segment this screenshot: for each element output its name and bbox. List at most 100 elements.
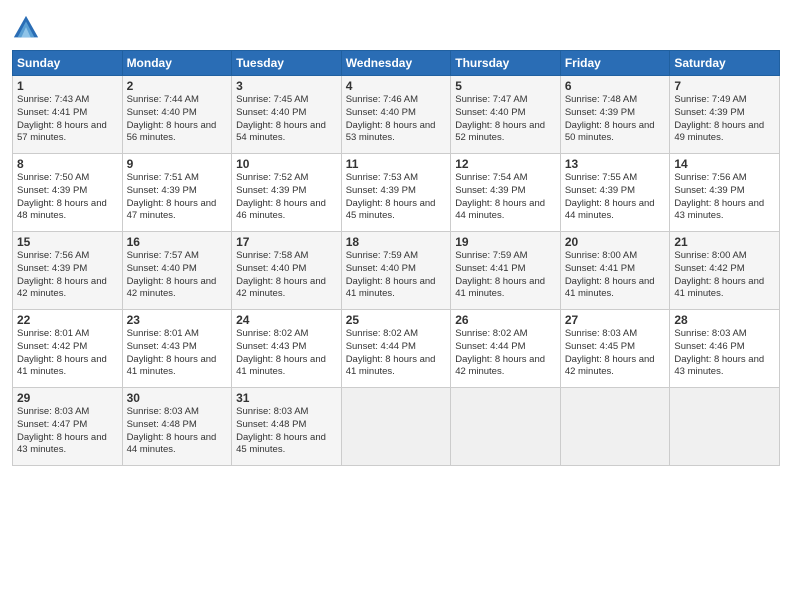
cell-info: Sunrise: 8:02 AMSunset: 4:44 PMDaylight:… (455, 328, 556, 379)
day-number: 14 (674, 157, 775, 171)
calendar-cell: 13Sunrise: 7:55 AMSunset: 4:39 PMDayligh… (560, 154, 670, 232)
sunset-text: Sunset: 4:44 PM (346, 341, 447, 354)
daylight-text: Daylight: 8 hours and 41 minutes. (674, 276, 775, 302)
calendar-cell: 24Sunrise: 8:02 AMSunset: 4:43 PMDayligh… (232, 310, 342, 388)
sunrise-text: Sunrise: 7:50 AM (17, 172, 118, 185)
calendar-cell: 10Sunrise: 7:52 AMSunset: 4:39 PMDayligh… (232, 154, 342, 232)
sunrise-text: Sunrise: 7:56 AM (674, 172, 775, 185)
cell-info: Sunrise: 7:52 AMSunset: 4:39 PMDaylight:… (236, 172, 337, 223)
sunrise-text: Sunrise: 8:03 AM (127, 406, 228, 419)
sunrise-text: Sunrise: 7:58 AM (236, 250, 337, 263)
calendar-cell: 28Sunrise: 8:03 AMSunset: 4:46 PMDayligh… (670, 310, 780, 388)
daylight-text: Daylight: 8 hours and 47 minutes. (127, 198, 228, 224)
calendar-week-row: 15Sunrise: 7:56 AMSunset: 4:39 PMDayligh… (13, 232, 780, 310)
cell-info: Sunrise: 7:49 AMSunset: 4:39 PMDaylight:… (674, 94, 775, 145)
calendar-header: SundayMondayTuesdayWednesdayThursdayFrid… (13, 51, 780, 76)
daylight-text: Daylight: 8 hours and 57 minutes. (17, 120, 118, 146)
calendar-cell: 3Sunrise: 7:45 AMSunset: 4:40 PMDaylight… (232, 76, 342, 154)
day-number: 5 (455, 79, 556, 93)
sunrise-text: Sunrise: 8:03 AM (236, 406, 337, 419)
daylight-text: Daylight: 8 hours and 50 minutes. (565, 120, 666, 146)
daylight-text: Daylight: 8 hours and 42 minutes. (455, 354, 556, 380)
calendar-cell: 12Sunrise: 7:54 AMSunset: 4:39 PMDayligh… (451, 154, 561, 232)
cell-info: Sunrise: 8:01 AMSunset: 4:43 PMDaylight:… (127, 328, 228, 379)
cell-info: Sunrise: 7:46 AMSunset: 4:40 PMDaylight:… (346, 94, 447, 145)
day-number: 22 (17, 313, 118, 327)
cell-info: Sunrise: 8:00 AMSunset: 4:42 PMDaylight:… (674, 250, 775, 301)
sunrise-text: Sunrise: 7:45 AM (236, 94, 337, 107)
calendar-cell (560, 388, 670, 466)
day-of-week-header: Friday (560, 51, 670, 76)
daylight-text: Daylight: 8 hours and 42 minutes. (127, 276, 228, 302)
day-number: 30 (127, 391, 228, 405)
calendar-cell: 9Sunrise: 7:51 AMSunset: 4:39 PMDaylight… (122, 154, 232, 232)
sunset-text: Sunset: 4:43 PM (236, 341, 337, 354)
calendar-week-row: 8Sunrise: 7:50 AMSunset: 4:39 PMDaylight… (13, 154, 780, 232)
daylight-text: Daylight: 8 hours and 46 minutes. (236, 198, 337, 224)
sunset-text: Sunset: 4:41 PM (455, 263, 556, 276)
calendar-cell: 16Sunrise: 7:57 AMSunset: 4:40 PMDayligh… (122, 232, 232, 310)
calendar-cell (451, 388, 561, 466)
sunrise-text: Sunrise: 8:02 AM (236, 328, 337, 341)
calendar-cell: 30Sunrise: 8:03 AMSunset: 4:48 PMDayligh… (122, 388, 232, 466)
calendar-cell: 23Sunrise: 8:01 AMSunset: 4:43 PMDayligh… (122, 310, 232, 388)
calendar-week-row: 22Sunrise: 8:01 AMSunset: 4:42 PMDayligh… (13, 310, 780, 388)
calendar-cell: 5Sunrise: 7:47 AMSunset: 4:40 PMDaylight… (451, 76, 561, 154)
sunset-text: Sunset: 4:39 PM (17, 263, 118, 276)
cell-info: Sunrise: 8:02 AMSunset: 4:44 PMDaylight:… (346, 328, 447, 379)
header-row: SundayMondayTuesdayWednesdayThursdayFrid… (13, 51, 780, 76)
sunrise-text: Sunrise: 7:59 AM (455, 250, 556, 263)
day-number: 28 (674, 313, 775, 327)
daylight-text: Daylight: 8 hours and 53 minutes. (346, 120, 447, 146)
sunset-text: Sunset: 4:42 PM (17, 341, 118, 354)
calendar-cell: 4Sunrise: 7:46 AMSunset: 4:40 PMDaylight… (341, 76, 451, 154)
sunrise-text: Sunrise: 8:02 AM (455, 328, 556, 341)
cell-info: Sunrise: 7:56 AMSunset: 4:39 PMDaylight:… (17, 250, 118, 301)
sunset-text: Sunset: 4:39 PM (236, 185, 337, 198)
cell-info: Sunrise: 8:03 AMSunset: 4:47 PMDaylight:… (17, 406, 118, 457)
day-number: 7 (674, 79, 775, 93)
cell-info: Sunrise: 7:45 AMSunset: 4:40 PMDaylight:… (236, 94, 337, 145)
daylight-text: Daylight: 8 hours and 44 minutes. (565, 198, 666, 224)
calendar-cell: 21Sunrise: 8:00 AMSunset: 4:42 PMDayligh… (670, 232, 780, 310)
logo (12, 14, 44, 42)
sunset-text: Sunset: 4:44 PM (455, 341, 556, 354)
calendar-cell: 6Sunrise: 7:48 AMSunset: 4:39 PMDaylight… (560, 76, 670, 154)
cell-info: Sunrise: 8:03 AMSunset: 4:45 PMDaylight:… (565, 328, 666, 379)
calendar-cell: 2Sunrise: 7:44 AMSunset: 4:40 PMDaylight… (122, 76, 232, 154)
cell-info: Sunrise: 8:03 AMSunset: 4:48 PMDaylight:… (236, 406, 337, 457)
sunset-text: Sunset: 4:39 PM (127, 185, 228, 198)
daylight-text: Daylight: 8 hours and 43 minutes. (674, 354, 775, 380)
header (12, 10, 780, 42)
daylight-text: Daylight: 8 hours and 41 minutes. (455, 276, 556, 302)
sunset-text: Sunset: 4:40 PM (236, 107, 337, 120)
sunset-text: Sunset: 4:48 PM (127, 419, 228, 432)
day-number: 8 (17, 157, 118, 171)
calendar-body: 1Sunrise: 7:43 AMSunset: 4:41 PMDaylight… (13, 76, 780, 466)
daylight-text: Daylight: 8 hours and 45 minutes. (236, 432, 337, 458)
sunrise-text: Sunrise: 8:02 AM (346, 328, 447, 341)
cell-info: Sunrise: 7:43 AMSunset: 4:41 PMDaylight:… (17, 94, 118, 145)
sunrise-text: Sunrise: 7:46 AM (346, 94, 447, 107)
day-number: 31 (236, 391, 337, 405)
day-number: 13 (565, 157, 666, 171)
day-number: 15 (17, 235, 118, 249)
cell-info: Sunrise: 8:00 AMSunset: 4:41 PMDaylight:… (565, 250, 666, 301)
cell-info: Sunrise: 7:59 AMSunset: 4:41 PMDaylight:… (455, 250, 556, 301)
day-of-week-header: Sunday (13, 51, 123, 76)
calendar-cell: 15Sunrise: 7:56 AMSunset: 4:39 PMDayligh… (13, 232, 123, 310)
cell-info: Sunrise: 8:03 AMSunset: 4:46 PMDaylight:… (674, 328, 775, 379)
sunset-text: Sunset: 4:40 PM (455, 107, 556, 120)
sunrise-text: Sunrise: 7:55 AM (565, 172, 666, 185)
cell-info: Sunrise: 7:54 AMSunset: 4:39 PMDaylight:… (455, 172, 556, 223)
day-of-week-header: Wednesday (341, 51, 451, 76)
sunset-text: Sunset: 4:40 PM (236, 263, 337, 276)
daylight-text: Daylight: 8 hours and 44 minutes. (455, 198, 556, 224)
calendar-cell: 11Sunrise: 7:53 AMSunset: 4:39 PMDayligh… (341, 154, 451, 232)
daylight-text: Daylight: 8 hours and 45 minutes. (346, 198, 447, 224)
day-number: 3 (236, 79, 337, 93)
cell-info: Sunrise: 7:55 AMSunset: 4:39 PMDaylight:… (565, 172, 666, 223)
day-of-week-header: Tuesday (232, 51, 342, 76)
logo-icon (12, 14, 40, 42)
daylight-text: Daylight: 8 hours and 41 minutes. (346, 276, 447, 302)
